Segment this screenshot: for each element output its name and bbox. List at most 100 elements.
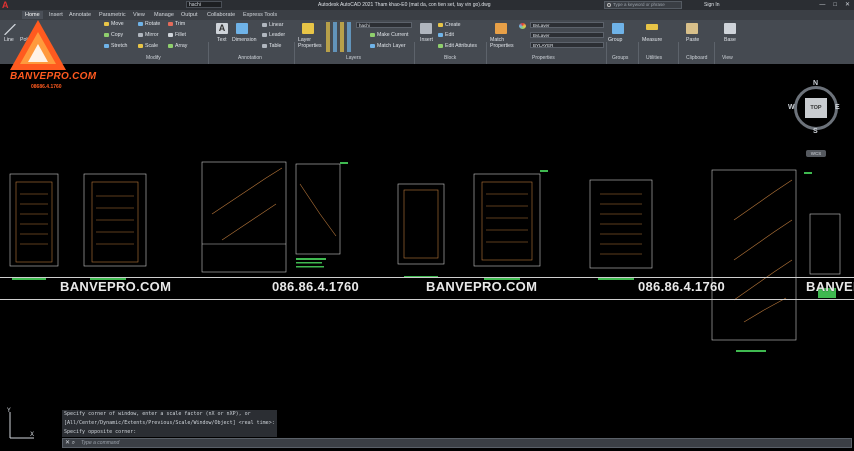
tab-express-tools[interactable]: Express Tools (240, 11, 280, 19)
utilities-panel-title[interactable]: Utilities (646, 55, 662, 62)
scale-button[interactable]: Scale (138, 43, 158, 50)
match-layer-button[interactable]: Match Layer (370, 43, 406, 50)
compass-west[interactable]: W (788, 104, 795, 111)
text-button[interactable]: Text (217, 37, 227, 44)
measure-icon[interactable] (646, 24, 658, 30)
tab-manage[interactable]: Manage (151, 11, 177, 19)
search-input[interactable]: Type a keyword or phrase (604, 1, 682, 9)
minimize-button[interactable]: — (819, 0, 825, 10)
tab-view[interactable]: View (130, 11, 148, 19)
clipboard-panel-title[interactable]: Clipboard (686, 55, 707, 62)
paste-button[interactable]: Paste (686, 37, 699, 44)
window-controls: — □ ✕ (819, 0, 850, 10)
edit-block-button[interactable]: Edit (438, 32, 454, 39)
table-button[interactable]: Table (262, 43, 281, 50)
trim-label: Trim (175, 21, 186, 27)
modify-panel-title[interactable]: Modify (146, 55, 161, 62)
command-input[interactable]: ✕ ⌕ Type a command (62, 438, 852, 448)
tab-output[interactable]: Output (178, 11, 201, 19)
match-properties-icon[interactable] (495, 23, 507, 34)
scale-label: Scale (145, 43, 158, 49)
compass-east[interactable]: E (835, 104, 840, 111)
copy-button[interactable]: Copy (104, 32, 123, 39)
copy-icon (104, 32, 109, 37)
fillet-button[interactable]: Fillet (168, 32, 186, 39)
dimension-icon[interactable] (236, 23, 248, 34)
mirror-button[interactable]: Mirror (138, 32, 159, 39)
leader-button[interactable]: Leader (262, 32, 285, 39)
command-history-line: Specify corner of window, enter a scale … (62, 410, 277, 419)
wcs-menu[interactable]: WCS (806, 150, 826, 157)
sign-in-link[interactable]: Sign In (704, 1, 720, 9)
properties-panel-title[interactable]: Properties (532, 55, 555, 62)
linear-icon (262, 22, 267, 27)
groups-panel-title[interactable]: Groups (612, 55, 628, 62)
compass-north[interactable]: N (813, 80, 818, 87)
match-layer-icon (370, 43, 375, 48)
layer-combo[interactable]: hachi (356, 22, 412, 28)
watermark-line (0, 299, 854, 300)
insert-block-icon[interactable] (420, 23, 432, 34)
move-label: Move (111, 21, 124, 27)
viewcube[interactable]: N S E W TOP WCS (788, 80, 842, 157)
watermark-line (0, 277, 854, 278)
move-button[interactable]: Move (104, 21, 124, 28)
layer-tools-icons[interactable] (326, 22, 354, 52)
linetype-combo[interactable]: ByLayer (530, 32, 604, 38)
tab-annotate[interactable]: Annotate (66, 11, 94, 19)
dimension-button[interactable]: Dimension (232, 37, 257, 44)
autocad-logo-icon[interactable]: A (2, 0, 16, 10)
drawing-canvas[interactable]: BANVEPRO.COM 086.86.4.1760 BANVEPRO.COM … (0, 64, 854, 451)
group-icon[interactable] (612, 23, 624, 34)
edit-block-icon (438, 32, 443, 37)
rotate-icon (138, 21, 143, 26)
base-button[interactable]: Base (724, 37, 736, 44)
array-button[interactable]: Array (168, 43, 187, 50)
make-current-label: Make Current (377, 32, 409, 38)
annotation-panel-title[interactable]: Annotation (238, 55, 262, 62)
brand-name: BANVEPRO.COM (10, 71, 97, 82)
tab-parametric[interactable]: Parametric (96, 11, 129, 19)
table-label: Table (269, 43, 282, 49)
trim-button[interactable]: Trim (168, 21, 185, 28)
text-icon[interactable]: A (216, 23, 228, 34)
group-button[interactable]: Group (608, 37, 622, 44)
svg-text:Y: Y (6, 407, 11, 414)
tab-collaborate[interactable]: Collaborate (204, 11, 238, 19)
search-icon (607, 3, 611, 7)
quick-layer-combo[interactable]: hachi (186, 1, 222, 8)
command-history-line: [All/Center/Dynamic/Extents/Previous/Sca… (62, 419, 277, 428)
mirror-icon (138, 32, 143, 37)
create-block-label: Create (445, 22, 461, 28)
create-block-button[interactable]: Create (438, 22, 461, 29)
close-button[interactable]: ✕ (845, 0, 850, 10)
make-current-button[interactable]: Make Current (370, 32, 408, 39)
stretch-button[interactable]: Stretch (104, 43, 127, 50)
block-panel-title[interactable]: Block (444, 55, 456, 62)
linear-button[interactable]: Linear (262, 22, 283, 29)
rotate-button[interactable]: Rotate (138, 21, 160, 28)
edit-block-label: Edit (445, 32, 454, 38)
layer-properties-button[interactable]: Layer Properties (298, 37, 322, 49)
stretch-icon (104, 43, 109, 48)
paste-icon[interactable] (686, 23, 698, 34)
maximize-button[interactable]: □ (833, 0, 837, 10)
base-view-icon[interactable] (724, 23, 736, 34)
compass-south[interactable]: S (813, 128, 818, 135)
layer-properties-icon[interactable] (302, 23, 314, 34)
measure-button[interactable]: Measure (642, 37, 662, 44)
make-current-icon (370, 32, 375, 37)
color-wheel-icon[interactable] (519, 23, 526, 29)
lineweight-combo[interactable]: BYLAYER (530, 42, 604, 48)
view-panel-title[interactable]: View (722, 55, 733, 62)
viewcube-top-face[interactable]: TOP (805, 98, 827, 118)
watermark-phone: 086.86.4.1760 (272, 279, 360, 294)
fillet-label: Fillet (175, 32, 186, 38)
color-combo[interactable]: ByLayer (530, 22, 604, 28)
match-properties-button[interactable]: Match Properties (490, 37, 516, 49)
close-command-icon[interactable]: ✕ ⌕ (65, 439, 75, 447)
table-icon (262, 43, 267, 48)
layers-panel-title[interactable]: Layers (346, 55, 361, 62)
insert-button[interactable]: Insert (420, 37, 433, 44)
edit-attributes-button[interactable]: Edit Attributes (438, 43, 477, 50)
